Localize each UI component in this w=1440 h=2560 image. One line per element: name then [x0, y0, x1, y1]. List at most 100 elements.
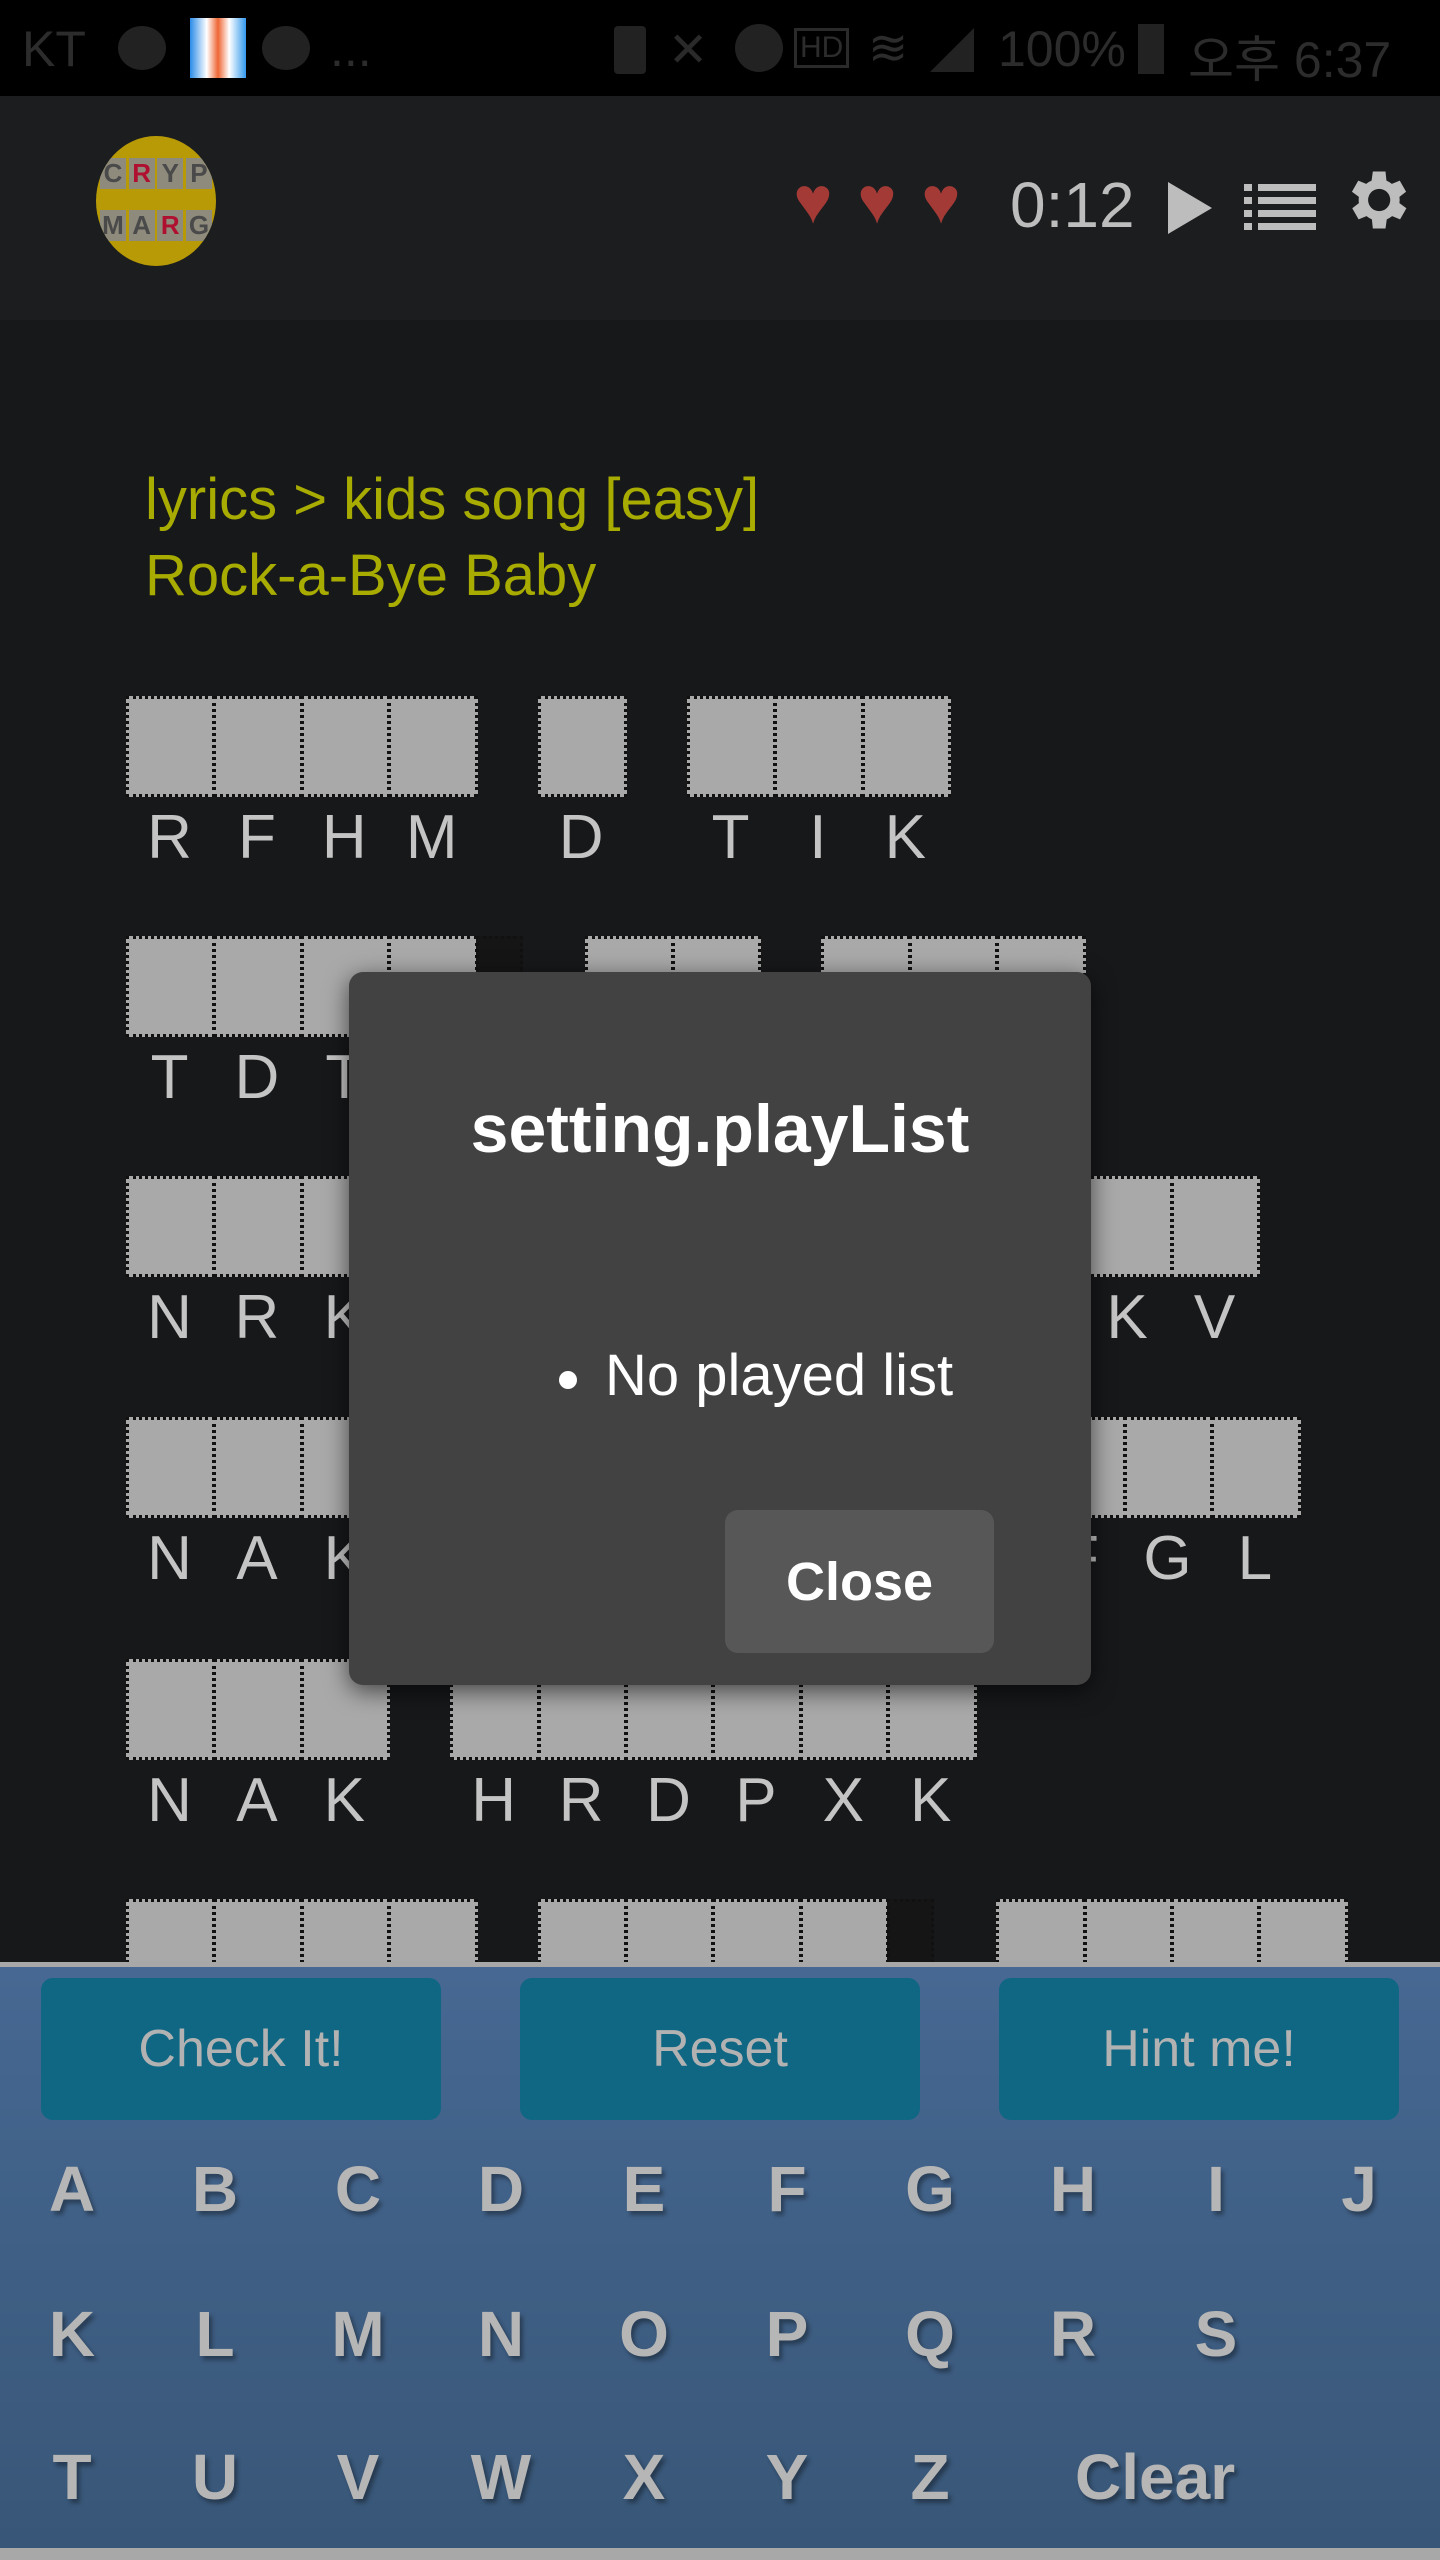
key-g[interactable]: G — [870, 2152, 990, 2226]
keyboard-panel: Check It! Reset Hint me! ABCDEFGHIJ KLMNO… — [0, 1962, 1440, 2553]
key-a[interactable]: A — [12, 2152, 132, 2226]
app-notification-icon — [190, 18, 246, 78]
cipher-letter: G — [1143, 1524, 1192, 1593]
letter-cell[interactable] — [774, 696, 864, 797]
key-x[interactable]: X — [584, 2440, 704, 2514]
key-r[interactable]: R — [1013, 2297, 1133, 2371]
key-n[interactable]: N — [441, 2297, 561, 2371]
dialog-list-item: No played list — [559, 1342, 953, 1409]
playlist-dialog: setting.playList No played list Close — [349, 972, 1091, 1685]
logo-letter: R — [128, 158, 155, 189]
cipher-letter: V — [1193, 1283, 1236, 1352]
dialog-title: setting.playList — [470, 1091, 970, 1167]
cipher-letter: P — [735, 1766, 777, 1835]
key-w[interactable]: W — [441, 2440, 561, 2514]
letter-cell[interactable] — [1211, 1417, 1301, 1518]
key-b[interactable]: B — [155, 2152, 275, 2226]
key-u[interactable]: U — [155, 2440, 275, 2514]
hint-button[interactable]: Hint me! — [999, 1978, 1399, 2120]
cipher-letter: M — [405, 803, 458, 872]
letter-cell[interactable] — [861, 696, 952, 797]
battery-icon — [1138, 24, 1164, 74]
letter-cell[interactable] — [126, 696, 216, 797]
cipher-letter: H — [471, 1766, 517, 1835]
letter-cell[interactable] — [388, 696, 478, 797]
letter-cell[interactable] — [126, 1659, 216, 1760]
letter-cell[interactable] — [537, 696, 627, 797]
cipher-letter: N — [147, 1524, 192, 1593]
key-v[interactable]: V — [298, 2440, 418, 2514]
letter-cell[interactable] — [213, 696, 303, 797]
list-icon[interactable] — [1244, 182, 1316, 232]
reset-button[interactable]: Reset — [520, 1978, 920, 2120]
logo-letter: A — [128, 210, 155, 241]
key-y[interactable]: Y — [727, 2440, 847, 2514]
hd-voice-icon: HD — [794, 28, 850, 68]
logo-letter: C — [100, 158, 126, 189]
cipher-letter: D — [646, 1766, 691, 1835]
gear-icon[interactable] — [1338, 160, 1414, 240]
key-t[interactable]: T — [12, 2440, 132, 2514]
cipher-letter: X — [822, 1766, 864, 1835]
letter-cell[interactable] — [687, 696, 777, 797]
key-q[interactable]: Q — [870, 2297, 990, 2371]
key-c[interactable]: C — [298, 2152, 418, 2226]
cipher-letter: A — [236, 1766, 278, 1835]
signal-icon — [930, 28, 974, 72]
key-d[interactable]: D — [441, 2152, 561, 2226]
key-j[interactable]: J — [1299, 2152, 1419, 2226]
heart-icon: ♥ — [921, 163, 961, 237]
key-m[interactable]: M — [298, 2297, 418, 2371]
key-h[interactable]: H — [1013, 2152, 1133, 2226]
alarm-icon — [735, 24, 783, 72]
cipher-letter: T — [150, 1043, 189, 1112]
cipher-letter: T — [711, 803, 750, 872]
battery-saver-icon — [614, 26, 646, 74]
key-p[interactable]: P — [727, 2297, 847, 2371]
cipher-letter: A — [236, 1524, 278, 1593]
heart-icon: ♥ — [857, 163, 897, 237]
bottom-bar — [0, 2548, 1440, 2560]
battery-percent: 100% — [998, 21, 1126, 77]
cipher-letter: R — [558, 1766, 604, 1835]
clock: 오후 6:37 — [1188, 32, 1392, 88]
cipher-letter: I — [809, 803, 827, 872]
key-i[interactable]: I — [1156, 2152, 1276, 2226]
letter-cell[interactable] — [126, 1176, 216, 1277]
chat-bubble-icon — [118, 26, 166, 70]
letter-cell[interactable] — [300, 696, 391, 797]
app-logo[interactable]: CRYP MARG — [96, 136, 216, 266]
letter-cell[interactable] — [1083, 1176, 1173, 1277]
clear-key[interactable]: Clear — [1075, 2440, 1235, 2514]
status-bar: KT ... ✕ HD ≋ 100% 오후 6:37 — [0, 0, 1440, 96]
key-k[interactable]: K — [12, 2297, 132, 2371]
cipher-letter: D — [234, 1043, 280, 1112]
letter-cell[interactable] — [213, 936, 303, 1037]
logo-letter: Y — [157, 158, 184, 189]
letter-cell[interactable] — [1124, 1417, 1214, 1518]
letter-cell[interactable] — [213, 1176, 303, 1277]
dialog-list-item-text: No played list — [605, 1343, 954, 1408]
key-e[interactable]: E — [584, 2152, 704, 2226]
key-z[interactable]: Z — [870, 2440, 990, 2514]
logo-letter: R — [157, 210, 184, 241]
key-s[interactable]: S — [1156, 2297, 1276, 2371]
letter-cell[interactable] — [213, 1659, 303, 1760]
check-it-button[interactable]: Check It! — [41, 1978, 441, 2120]
app-header — [0, 96, 1440, 320]
letter-cell[interactable] — [213, 1417, 303, 1518]
key-f[interactable]: F — [727, 2152, 847, 2226]
letter-cell[interactable] — [126, 1417, 216, 1518]
letter-cell[interactable] — [1171, 1176, 1261, 1277]
carrier-label: KT — [22, 21, 86, 77]
key-l[interactable]: L — [155, 2297, 275, 2371]
key-o[interactable]: O — [584, 2297, 704, 2371]
close-button[interactable]: Close — [725, 1510, 994, 1653]
play-icon[interactable] — [1166, 180, 1214, 236]
puzzle-title: Rock-a-Bye Baby — [145, 543, 597, 608]
cipher-letter: K — [1106, 1283, 1148, 1352]
heart-icon: ♥ — [793, 163, 833, 237]
mute-icon: ✕ — [668, 24, 709, 77]
letter-cell[interactable] — [126, 936, 216, 1037]
cipher-letter: N — [147, 1283, 192, 1352]
